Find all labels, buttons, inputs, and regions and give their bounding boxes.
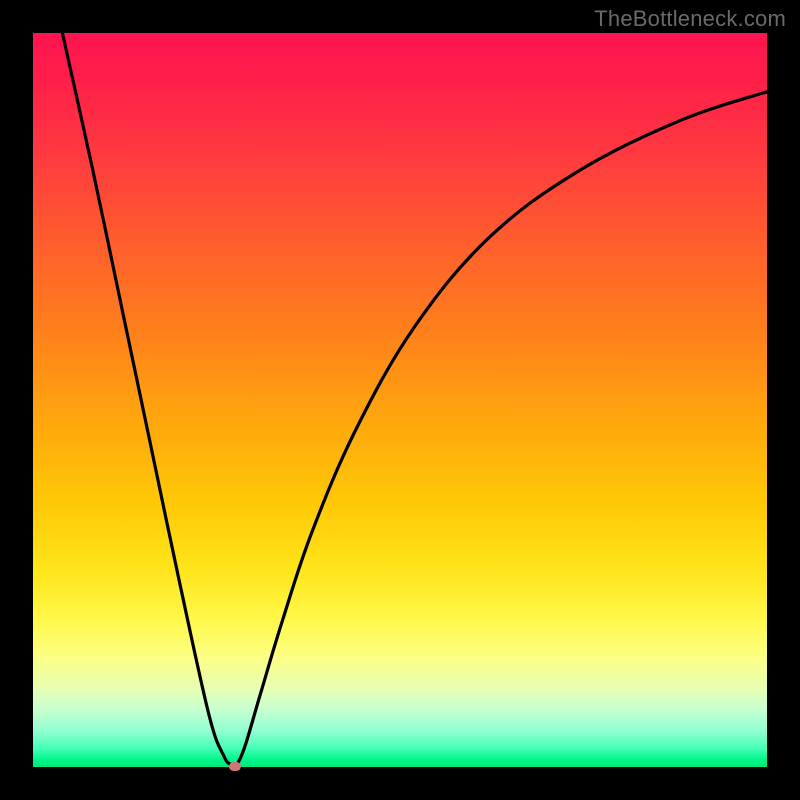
minimum-marker	[229, 762, 241, 771]
chart-frame: TheBottleneck.com	[0, 0, 800, 800]
plot-area	[33, 33, 767, 767]
curve-svg	[33, 33, 767, 767]
bottleneck-curve	[33, 0, 767, 767]
attribution-text: TheBottleneck.com	[594, 6, 786, 32]
